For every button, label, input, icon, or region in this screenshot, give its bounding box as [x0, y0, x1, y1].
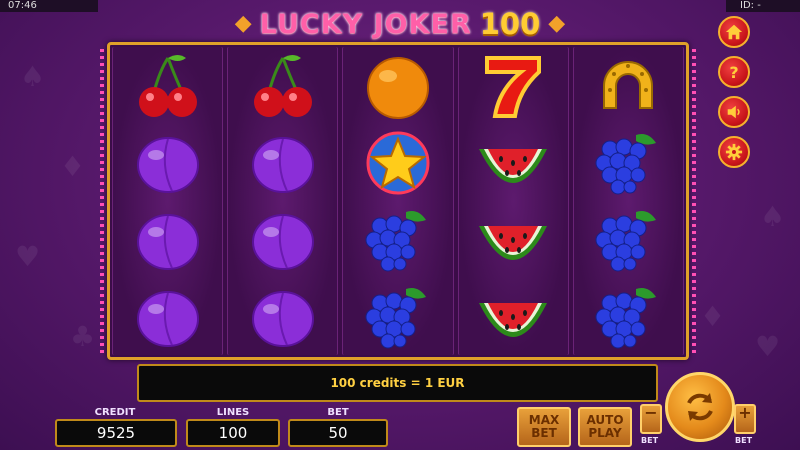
grapes-icon: [365, 287, 426, 348]
max-bet-button[interactable]: MAX BET: [517, 407, 571, 447]
bg-suit-5: ♠: [760, 200, 786, 233]
reel-cell: [463, 126, 563, 200]
grapes-icon: [595, 133, 657, 194]
plus-icon: +: [738, 403, 752, 422]
watermelon-icon: [479, 225, 548, 260]
credit-label: CREDIT: [94, 407, 136, 418]
reel-1: [112, 47, 224, 355]
cherry-icon: [138, 54, 197, 117]
reel-5: [572, 47, 685, 355]
horseshoe-icon: [603, 60, 654, 109]
reel-cell: [233, 203, 333, 277]
bg-suit-2: ♦: [60, 150, 86, 183]
minus-icon: −: [644, 403, 658, 422]
bet-minus-button[interactable]: −: [640, 404, 662, 434]
home-button[interactable]: [718, 16, 750, 48]
settings-button[interactable]: [718, 136, 750, 168]
title-right-ornament-icon: ◆: [548, 11, 566, 36]
help-icon: ?: [729, 62, 739, 82]
title-word: LUCKY JOKER: [259, 8, 472, 40]
reel-cell: [463, 49, 563, 123]
bg-suit-6: ♦: [700, 300, 726, 333]
title-left-ornament-icon: ◆: [234, 11, 252, 36]
bg-suit-3: ♥: [15, 240, 41, 273]
lines-label: LINES: [216, 407, 250, 418]
reel-cell: [348, 49, 448, 123]
reel-cell: [578, 280, 678, 354]
watermelon-icon: [479, 302, 548, 337]
reel-cell: [463, 203, 563, 277]
reels-area: [110, 45, 686, 357]
bg-suit-1: ♠: [20, 60, 46, 93]
game-title: ◆ LUCKY JOKER 100 ◆: [214, 6, 586, 42]
grapes-icon: [365, 210, 426, 271]
plum-icon: [251, 213, 314, 270]
bet-value[interactable]: 50: [288, 419, 388, 447]
reel-3: [342, 47, 454, 355]
reel-cell: [118, 203, 218, 277]
player-id: ID: -: [726, 0, 800, 12]
reel-4: [457, 47, 569, 355]
home-icon: [725, 24, 743, 40]
bet-minus-label: BET: [641, 436, 659, 445]
plum-icon: [136, 136, 199, 193]
orange-icon: [367, 56, 429, 119]
bg-suit-7: ♥: [755, 330, 781, 363]
reel-cell: [578, 49, 678, 123]
cherry-icon: [253, 54, 312, 117]
bet-plus-label: BET: [735, 436, 753, 445]
lines-value[interactable]: 100: [186, 419, 280, 447]
plum-icon: [251, 136, 314, 193]
spin-button[interactable]: [665, 372, 735, 442]
seven-icon: [485, 55, 542, 118]
reel-cell: [578, 126, 678, 200]
reel-cell: [348, 126, 448, 200]
auto-play-line2: PLAY: [588, 426, 622, 440]
reel-cell: [348, 280, 448, 354]
reel-cell: [118, 280, 218, 354]
plum-icon: [136, 290, 199, 347]
grapes-icon: [595, 287, 657, 348]
plum-icon: [251, 290, 314, 347]
reel-cell: [578, 203, 678, 277]
sound-icon: [727, 105, 740, 119]
sound-button[interactable]: [718, 96, 750, 128]
reel-frame: [100, 42, 696, 360]
reel-cell: [118, 49, 218, 123]
title-number: 100: [479, 7, 541, 41]
settings-icon: [725, 143, 743, 161]
reel-cell: [233, 126, 333, 200]
clock: 07:46: [0, 0, 98, 12]
help-button[interactable]: ?: [718, 56, 750, 88]
reel-cell: [463, 280, 563, 354]
reel-cell: [118, 126, 218, 200]
auto-play-button[interactable]: AUTO PLAY: [578, 407, 632, 447]
credit-value: 9525: [55, 419, 177, 447]
plum-icon: [136, 213, 199, 270]
reel-cell: [233, 49, 333, 123]
watermelon-icon: [479, 148, 548, 183]
grapes-icon: [595, 210, 657, 271]
max-bet-line2: BET: [531, 426, 557, 440]
reel-2: [227, 47, 339, 355]
star-icon: [366, 131, 430, 194]
spin-icon: [687, 393, 713, 421]
bet-label: BET: [327, 407, 349, 418]
reel-cell: [233, 280, 333, 354]
bet-plus-button[interactable]: +: [734, 404, 756, 434]
bg-suit-4: ♣: [70, 320, 96, 353]
info-message: 100 credits = 1 EUR: [137, 364, 658, 402]
reel-cell: [348, 203, 448, 277]
